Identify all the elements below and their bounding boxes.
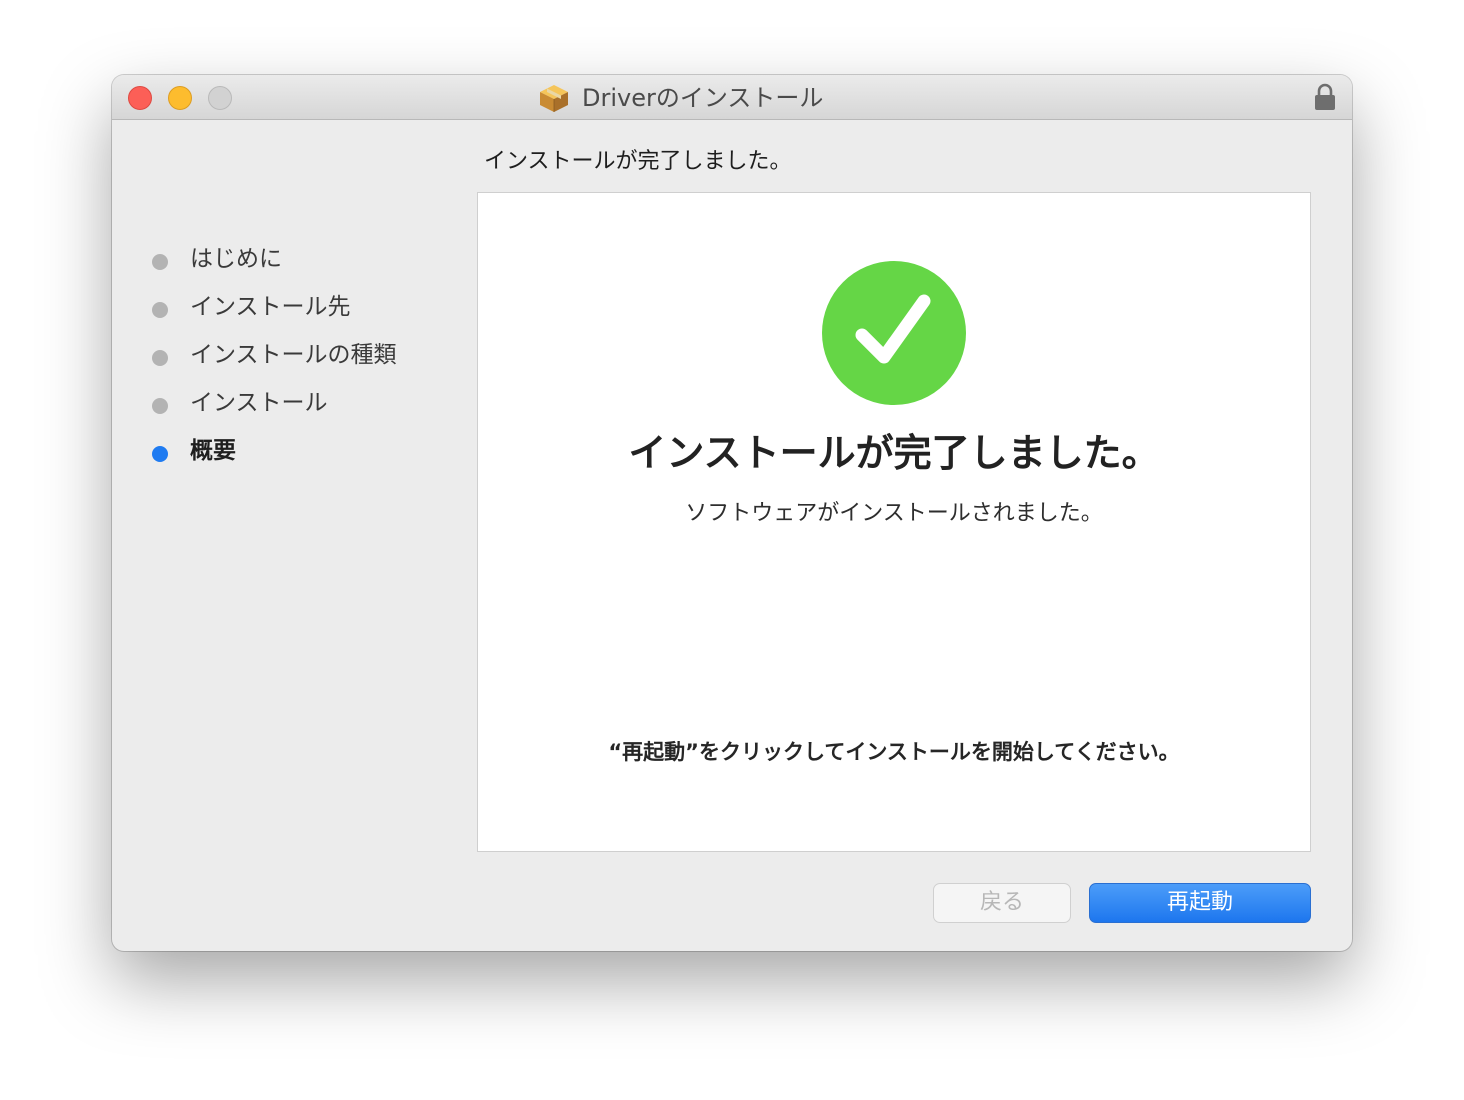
close-button[interactable] [128,86,152,110]
installer-window: Driverのインストール はじめに インストール先 インストールの種類 インス… [112,75,1352,951]
lock-icon[interactable] [1314,83,1336,111]
back-button[interactable]: 戻る [933,883,1071,923]
title-bar: Driverのインストール [112,75,1352,120]
sidebar-item-label: インストール [190,390,328,416]
sidebar-item-label: 概要 [190,438,236,464]
sidebar-item-installation: インストール [148,379,468,427]
checkmark-circle-icon [822,261,966,405]
sidebar-item-install-type: インストールの種類 [148,331,468,379]
step-sidebar: はじめに インストール先 インストールの種類 インストール 概要 [148,235,468,475]
step-indicator-dot-active [152,446,168,462]
step-indicator-dot [152,350,168,366]
completion-title: インストールが完了しました。 [628,431,1160,475]
sidebar-item-label: はじめに [190,246,282,272]
step-indicator-dot [152,398,168,414]
sidebar-item-label: インストール先 [190,294,351,320]
sidebar-item-destination: インストール先 [148,283,468,331]
window-title: Driverのインストール [582,84,824,112]
sidebar-item-introduction: はじめに [148,235,468,283]
step-indicator-dot [152,254,168,270]
step-indicator-dot [152,302,168,318]
restart-button[interactable]: 再起動 [1089,883,1311,923]
zoom-button [208,86,232,110]
package-icon [538,83,570,113]
page-heading: インストールが完了しました。 [484,149,792,174]
content-panel: インストールが完了しました。 ソフトウェアがインストールされました。 “再起動”… [477,192,1311,852]
minimize-button[interactable] [168,86,192,110]
completion-subtitle: ソフトウェアがインストールされました。 [685,501,1103,526]
restart-instruction: “再起動”をクリックしてインストールを開始してください。 [608,740,1180,764]
sidebar-item-summary: 概要 [148,427,468,475]
sidebar-item-label: インストールの種類 [190,342,397,368]
